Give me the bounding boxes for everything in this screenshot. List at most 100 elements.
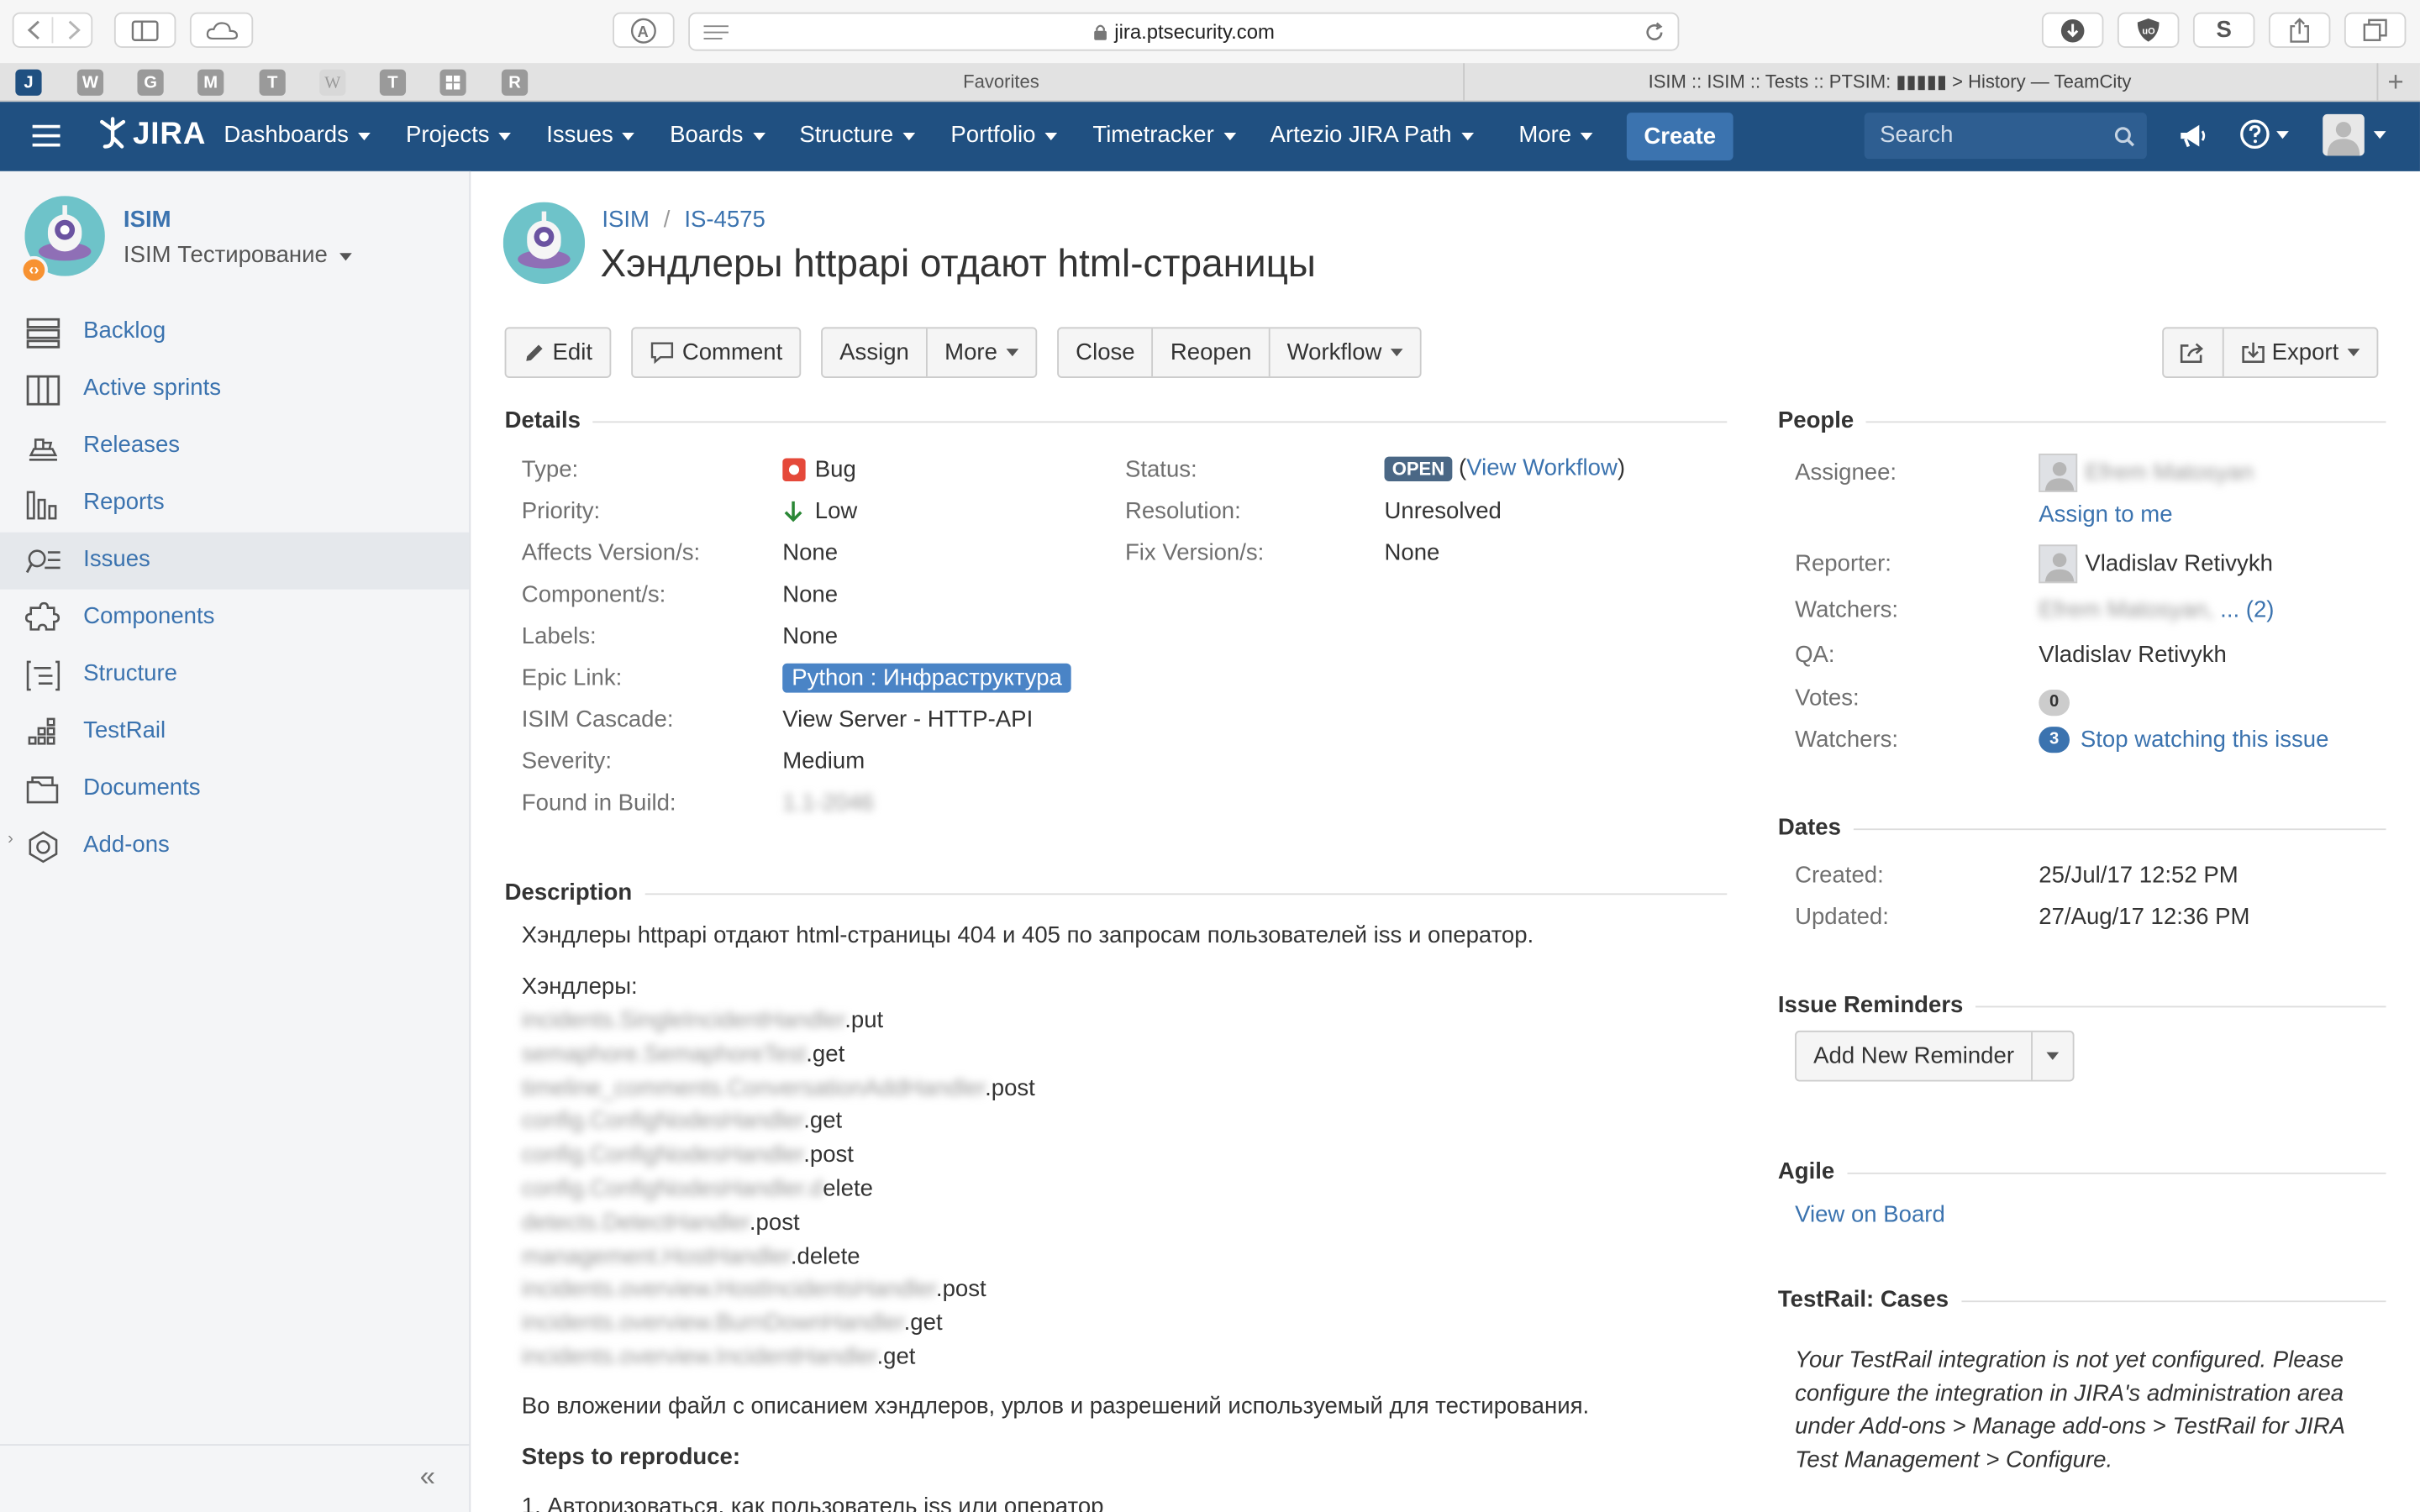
sidebar-item-addons[interactable]: › Add-ons (0, 817, 469, 874)
favorite-r-icon[interactable]: R (501, 69, 529, 96)
nav-more[interactable]: More (1518, 122, 1593, 148)
reminder-dropdown-button[interactable] (2033, 1032, 2073, 1080)
steps-heading: Steps to reproduce: (521, 1444, 741, 1471)
handler-line: config.ConfigNodesHandler.delete (522, 1176, 873, 1202)
workflow-button[interactable]: Workflow (1270, 328, 1420, 376)
description-intro: Хэндлеры httpapi отдают html-страницы 40… (521, 922, 1534, 949)
sidebar-item-releases[interactable]: Releases (0, 418, 469, 475)
sidebar-item-reports[interactable]: Reports (0, 475, 469, 533)
app-switcher-icon[interactable] (32, 123, 60, 148)
nav-issues[interactable]: Issues (546, 122, 635, 148)
ublock-icon[interactable]: uO (2117, 12, 2180, 48)
create-button[interactable]: Create (1626, 113, 1733, 161)
favorite-wikipedia-icon[interactable]: W (319, 69, 346, 96)
reopen-button[interactable]: Reopen (1154, 328, 1270, 377)
watchers-more-link[interactable]: ... (2) (2220, 597, 2274, 623)
favorite-w-icon[interactable]: W (76, 69, 104, 96)
view-workflow-link[interactable]: View Workflow (1466, 455, 1618, 481)
nav-artezio-jira-path[interactable]: Artezio JIRA Path (1270, 122, 1474, 148)
icloud-icon[interactable] (189, 12, 254, 48)
people-divider (1777, 421, 2386, 423)
breadcrumb-issue-key[interactable]: IS-4575 (684, 207, 765, 233)
new-tab-icon[interactable]: + (2387, 66, 2403, 99)
epic-link-value[interactable]: Python : Инфраструктура (782, 663, 1071, 693)
favorite-puzzle-icon[interactable] (439, 69, 466, 96)
s-extension-icon[interactable]: S (2192, 12, 2255, 48)
edit-button[interactable]: Edit (506, 328, 609, 376)
project-key[interactable]: ISIM (124, 207, 171, 233)
breadcrumb-project[interactable]: ISIM (602, 207, 650, 233)
more-button[interactable]: More (928, 328, 1036, 376)
announcement-icon[interactable] (2178, 122, 2209, 150)
tabs-overview-icon[interactable] (2344, 12, 2407, 48)
search-input[interactable]: Search (1864, 113, 2147, 160)
collapse-sidebar-icon[interactable]: « (420, 1461, 435, 1494)
resolution-label: Resolution: (1124, 498, 1241, 525)
favorite-m-icon[interactable]: M (197, 69, 224, 96)
downloads-icon[interactable] (2041, 12, 2104, 48)
expand-chevron-icon[interactable]: › (8, 830, 13, 848)
sidebar-item-testrail[interactable]: TestRail (0, 704, 469, 761)
sidebar-item-backlog[interactable]: Backlog (0, 304, 469, 361)
user-menu[interactable] (2323, 113, 2386, 156)
nav-structure[interactable]: Structure (799, 122, 915, 148)
teamcity-tab[interactable]: ISIM :: ISIM :: Tests :: PTSIM: ▮▮▮▮▮ > … (1649, 71, 2132, 92)
nav-boards[interactable]: Boards (670, 122, 765, 148)
project-sidebar: ‹› ISIM ISIM Тестирование Backlog Active… (0, 171, 471, 1512)
help-menu[interactable] (2239, 118, 2289, 150)
sidebar-item-issues[interactable]: Issues (0, 532, 470, 590)
affects-versions-value: None (782, 539, 839, 567)
export-button[interactable]: Export (2224, 328, 2377, 376)
favorite-t-icon[interactable]: T (259, 69, 286, 96)
address-bar[interactable]: jira.ptsecurity.com (688, 12, 1680, 51)
nav-portfolio[interactable]: Portfolio (950, 122, 1058, 148)
votes-count[interactable]: 0 (2039, 686, 2070, 717)
share-icon[interactable] (2268, 12, 2331, 48)
sidebar-item-structure[interactable]: Structure (0, 647, 469, 704)
nav-projects[interactable]: Projects (406, 122, 512, 148)
reports-icon (26, 491, 57, 520)
add-new-reminder-button[interactable]: Add New Reminder (1797, 1032, 2033, 1080)
stop-watching-link[interactable]: Stop watching this issue (2081, 727, 2329, 753)
comment-button[interactable]: Comment (633, 328, 799, 376)
nav-dashboards[interactable]: Dashboards (224, 122, 371, 148)
reporter-value[interactable]: Vladislav Retivykh (2085, 551, 2273, 577)
handler-line: management.HostHandler.delete (522, 1243, 860, 1269)
agile-heading: Agile (1777, 1158, 1847, 1185)
chevron-left-icon[interactable] (14, 14, 92, 47)
assign-to-me-link[interactable]: Assign to me (2039, 501, 2172, 528)
jira-logo[interactable]: JIRA (96, 116, 206, 153)
severity-value: Medium (782, 748, 865, 775)
favorite-g-icon[interactable]: G (137, 69, 164, 96)
issue-title[interactable]: Хэндлеры httpapi отдают html-страницы (600, 242, 1315, 286)
sidebar-item-components[interactable]: Components (0, 590, 469, 647)
sidebar-item-documents[interactable]: Documents (0, 760, 469, 817)
watchers-count: 3 (2039, 727, 2070, 753)
assignee-value[interactable]: Efrem Matosyan (2085, 459, 2254, 486)
view-on-board-link[interactable]: View on Board (1795, 1202, 1945, 1228)
assign-button[interactable]: Assign (823, 328, 928, 377)
epic-lozenge[interactable]: Python : Инфраструктура (782, 663, 1071, 693)
reporter-avatar (2039, 544, 2078, 584)
reader-icon[interactable] (702, 24, 730, 42)
reader-accessibility-icon[interactable]: A (613, 12, 675, 48)
favorites-tab[interactable]: Favorites (963, 71, 1039, 92)
svg-text:uO: uO (2142, 26, 2155, 36)
favorite-t2-icon[interactable]: T (379, 69, 407, 96)
project-selector[interactable]: ISIM Тестирование (124, 242, 353, 269)
components-value: None (782, 581, 839, 608)
edit-button-group: Edit (504, 327, 612, 378)
reload-icon[interactable] (1644, 22, 1665, 44)
workflow-button-group: Close Reopen Workflow (1057, 327, 1423, 378)
issue-project-avatar[interactable] (502, 202, 586, 284)
back-forward-buttons[interactable] (12, 12, 93, 48)
description-heading: Description (504, 879, 644, 906)
share-button[interactable] (2164, 328, 2224, 377)
nav-timetracker[interactable]: Timetracker (1092, 122, 1236, 148)
sidebar-item-active-sprints[interactable]: Active sprints (0, 361, 469, 418)
project-type-badge-icon: ‹› (19, 255, 48, 284)
reporter-label: Reporter: (1795, 550, 1891, 577)
favorite-jira-icon[interactable]: J (15, 69, 42, 96)
close-button[interactable]: Close (1059, 328, 1154, 377)
sidebar-toggle-icon[interactable] (113, 12, 176, 48)
